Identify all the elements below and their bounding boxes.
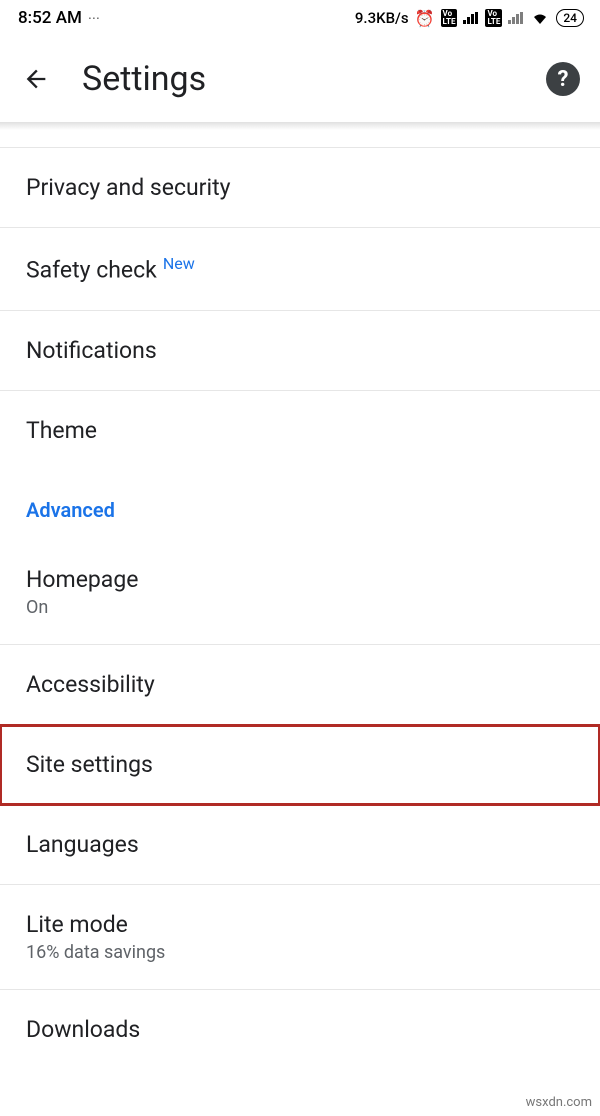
status-right: 9.3KB/s ⏰ VoLTE VoLTE 24: [355, 9, 584, 28]
help-icon: ?: [558, 67, 569, 92]
signal-icon-1: [463, 12, 479, 24]
alarm-icon: ⏰: [415, 9, 435, 28]
item-label: Languages: [26, 831, 576, 858]
volte-icon-2: VoLTE: [485, 9, 502, 27]
item-label: Safety check New: [26, 254, 576, 284]
settings-list: Privacy and security Safety check New Not…: [0, 148, 600, 1069]
status-left: 8:52 AM ⋯: [18, 8, 100, 28]
item-label: Site settings: [26, 751, 576, 778]
item-label: Theme: [26, 417, 576, 444]
item-languages[interactable]: Languages: [0, 805, 600, 885]
signal-icon-2: [508, 12, 524, 24]
back-button[interactable]: [12, 55, 60, 103]
arrow-back-icon: [22, 65, 50, 93]
item-lite-mode[interactable]: Lite mode 16% data savings: [0, 885, 600, 990]
section-header-advanced: Advanced: [0, 470, 600, 540]
item-privacy-security[interactable]: Privacy and security: [0, 148, 600, 228]
nfc-icon: ⋯: [88, 11, 100, 25]
item-label: Downloads: [26, 1016, 576, 1043]
item-label: Lite mode: [26, 911, 576, 938]
item-label: Notifications: [26, 337, 576, 364]
item-site-settings[interactable]: Site settings: [0, 725, 600, 805]
safety-check-text: Safety check: [26, 257, 157, 284]
volte-icon: VoLTE: [441, 9, 458, 27]
item-label: Homepage: [26, 566, 576, 593]
item-homepage[interactable]: Homepage On: [0, 540, 600, 645]
list-top-spacer: [0, 130, 600, 148]
item-accessibility[interactable]: Accessibility: [0, 645, 600, 725]
item-sublabel: On: [26, 597, 576, 618]
item-label: Accessibility: [26, 671, 576, 698]
item-safety-check[interactable]: Safety check New: [0, 228, 600, 311]
new-badge: New: [163, 254, 195, 273]
status-data-rate: 9.3KB/s: [355, 9, 409, 27]
status-bar: 8:52 AM ⋯ 9.3KB/s ⏰ VoLTE VoLTE 24: [0, 0, 600, 36]
item-label: Privacy and security: [26, 174, 576, 201]
item-theme[interactable]: Theme: [0, 391, 600, 470]
item-downloads[interactable]: Downloads: [0, 990, 600, 1069]
appbar-shadow: [0, 122, 600, 130]
status-time: 8:52 AM: [18, 8, 82, 28]
app-bar: Settings ?: [0, 36, 600, 122]
item-sublabel: 16% data savings: [26, 942, 576, 963]
help-button[interactable]: ?: [546, 62, 580, 96]
watermark: wsxdn.com: [526, 1095, 592, 1110]
page-title: Settings: [60, 59, 546, 99]
item-notifications[interactable]: Notifications: [0, 311, 600, 391]
wifi-icon: [530, 10, 550, 26]
battery-icon: 24: [556, 9, 584, 27]
